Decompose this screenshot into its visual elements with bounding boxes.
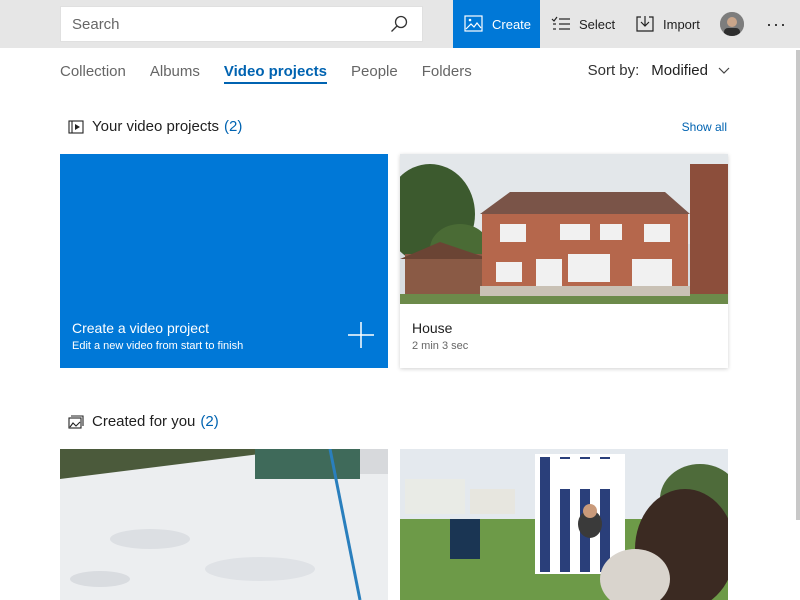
- tab-albums[interactable]: Albums: [150, 62, 200, 84]
- house-thumbnail: [400, 154, 728, 304]
- checklist-icon: [551, 16, 570, 30]
- create-card-title: Create a video project: [72, 320, 209, 336]
- search-icon[interactable]: [390, 15, 408, 33]
- search-box[interactable]: [60, 6, 423, 42]
- import-icon: [636, 16, 654, 32]
- video-projects-title: Your video projects: [92, 118, 220, 135]
- import-button[interactable]: Import: [635, 0, 700, 48]
- house-project-card[interactable]: House 2 min 3 sec: [400, 154, 728, 368]
- video-projects-count: (2): [224, 118, 243, 135]
- sort-value: Modified: [651, 62, 708, 79]
- sort-label: Sort by:: [587, 62, 640, 79]
- create-icon: [464, 15, 483, 32]
- user-avatar[interactable]: [720, 12, 744, 36]
- created-for-you-count: (2): [200, 413, 219, 430]
- tab-people[interactable]: People: [351, 62, 398, 84]
- search-input[interactable]: [61, 7, 381, 41]
- tab-video-projects[interactable]: Video projects: [223, 62, 327, 84]
- create-button[interactable]: Create: [453, 0, 540, 48]
- show-all-link[interactable]: Show all: [682, 120, 727, 134]
- create-card-subtitle: Edit a new video from start to finish: [72, 340, 244, 352]
- avatar-image: [720, 12, 744, 36]
- house-card-duration: 2 min 3 sec: [412, 340, 469, 352]
- house-card-title: House: [412, 320, 453, 336]
- tab-folders[interactable]: Folders: [422, 62, 472, 84]
- select-label: Select: [579, 16, 616, 32]
- more-options-button[interactable]: ···: [766, 14, 788, 34]
- import-label: Import: [663, 16, 700, 32]
- select-button[interactable]: Select: [551, 0, 615, 48]
- plus-icon: [348, 322, 374, 348]
- create-video-project-card[interactable]: Create a video project Edit a new video …: [60, 154, 388, 368]
- snow-video-thumbnail[interactable]: [60, 449, 388, 600]
- chevron-down-icon: [718, 67, 730, 74]
- created-for-you-title: Created for you: [92, 413, 196, 430]
- tab-collection[interactable]: Collection: [60, 62, 126, 84]
- video-projects-header: Your video projects (2): [68, 118, 242, 135]
- sort-dropdown[interactable]: Sort by: Modified: [588, 62, 730, 79]
- vertical-scrollbar[interactable]: [796, 50, 800, 520]
- created-for-you-header: Created for you (2): [68, 413, 219, 430]
- top-toolbar: Create Select Import ···: [0, 0, 800, 48]
- nav-tabs: Collection Albums Video projects People …: [60, 62, 496, 84]
- video-project-icon: [68, 119, 84, 134]
- auto-created-icon: [68, 414, 84, 429]
- beach-video-thumbnail[interactable]: [400, 449, 728, 600]
- create-label: Create: [492, 16, 532, 32]
